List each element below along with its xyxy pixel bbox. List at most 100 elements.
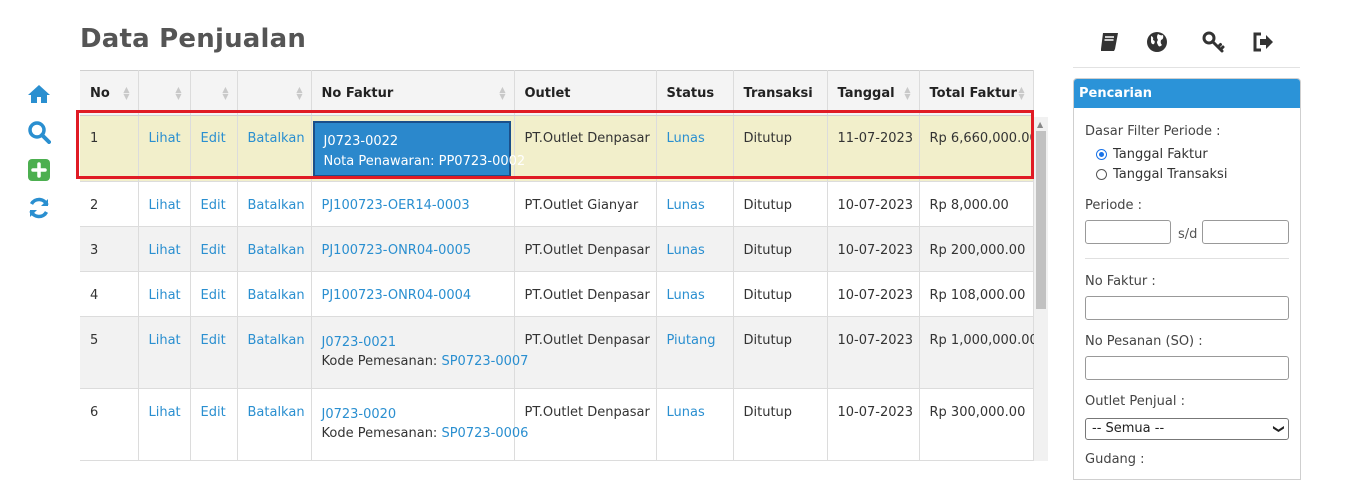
edit-link[interactable]: Edit — [201, 288, 226, 303]
globe-icon[interactable] — [1145, 30, 1171, 56]
row-tanggal: 11-07-2023 — [827, 115, 920, 182]
order-code-link[interactable]: SP0723-0007 — [441, 354, 528, 369]
row-total: Rp 200,000.00 — [919, 226, 1034, 272]
table-row[interactable]: 1 Lihat Edit Batalkan J0723-0022 Nota Pe… — [80, 115, 1038, 182]
top-divider — [1073, 67, 1300, 68]
row-no: 3 — [80, 226, 139, 272]
table-row[interactable]: 6 Lihat Edit Batalkan J0723-0020 Kode Pe… — [80, 388, 1034, 461]
home-icon[interactable] — [27, 82, 53, 108]
scrollbar-thumb[interactable] — [1036, 131, 1046, 309]
row-transaksi: Ditutup — [733, 226, 828, 272]
selected-invoice-cell[interactable]: J0723-0022 Nota Penawaran: PP0723-0002 — [312, 121, 525, 177]
cancel-link[interactable]: Batalkan — [248, 131, 305, 146]
row-status[interactable]: Lunas — [667, 198, 705, 213]
row-status[interactable]: Lunas — [667, 288, 705, 303]
periode-end-input[interactable] — [1202, 220, 1289, 244]
view-link[interactable]: Lihat — [149, 333, 181, 348]
radio-label: Tanggal Transaksi — [1113, 167, 1228, 182]
no-faktur-label: No Faktur : — [1085, 274, 1156, 289]
invoice-number[interactable]: PJ100723-OER14-0003 — [322, 198, 470, 213]
row-transaksi: Ditutup — [733, 271, 828, 317]
col-cancel-header[interactable]: ▲ ▼ — [237, 70, 312, 116]
edit-link[interactable]: Edit — [201, 333, 226, 348]
outlet-penjual-select[interactable]: -- Semua -- ❯ — [1085, 418, 1289, 440]
cancel-link[interactable]: Batalkan — [248, 198, 305, 213]
radio-checked-icon[interactable] — [1096, 149, 1107, 160]
edit-link[interactable]: Edit — [201, 131, 226, 146]
table-row[interactable]: 3 Lihat Edit Batalkan PJ100723-ONR04-000… — [80, 226, 1034, 272]
radio-tanggal-faktur[interactable]: Tanggal Faktur — [1096, 147, 1208, 162]
row-transaksi: Ditutup — [733, 181, 828, 227]
sort-icon: ▲ ▼ — [123, 85, 130, 101]
logout-icon[interactable] — [1251, 30, 1277, 56]
view-link[interactable]: Lihat — [149, 131, 181, 146]
add-icon[interactable] — [27, 158, 53, 184]
no-faktur-input[interactable] — [1085, 296, 1289, 320]
row-outlet: PT.Outlet Denpasar — [514, 271, 657, 317]
order-code-link[interactable]: SP0723-0006 — [441, 426, 528, 441]
table-row[interactable]: 5 Lihat Edit Batalkan J0723-0021 Kode Pe… — [80, 316, 1038, 389]
edit-link[interactable]: Edit — [201, 243, 226, 258]
invoice-number[interactable]: J0723-0022 — [324, 132, 500, 152]
view-link[interactable]: Lihat — [149, 198, 181, 213]
row-status[interactable]: Lunas — [667, 405, 705, 420]
sort-icon: ▲ ▼ — [222, 85, 229, 101]
invoice-number[interactable]: J0723-0020 — [322, 405, 504, 424]
table-row[interactable]: 4 Lihat Edit Batalkan PJ100723-ONR04-000… — [80, 271, 1034, 317]
edit-link[interactable]: Edit — [201, 198, 226, 213]
row-outlet: PT.Outlet Denpasar — [514, 388, 657, 461]
invoice-number[interactable]: PJ100723-ONR04-0004 — [322, 288, 472, 303]
col-transaksi-header[interactable]: Transaksi — [733, 70, 828, 116]
col-edit-header[interactable]: ▲ ▼ — [190, 70, 238, 116]
no-pesanan-input[interactable] — [1085, 356, 1289, 380]
radio-tanggal-transaksi[interactable]: Tanggal Transaksi — [1096, 167, 1227, 182]
col-tanggal-header[interactable]: Tanggal ▲ ▼ — [827, 70, 920, 116]
row-transaksi: Ditutup — [733, 316, 828, 389]
row-status[interactable]: Lunas — [667, 243, 705, 258]
row-transaksi: Ditutup — [733, 115, 828, 182]
row-status[interactable]: Lunas — [667, 131, 705, 146]
col-status-header[interactable]: Status — [656, 70, 734, 116]
invoice-number[interactable]: PJ100723-ONR04-0005 — [322, 243, 472, 258]
invoice-sub-value[interactable]: PP0723-0002 — [439, 154, 526, 169]
row-tanggal: 10-07-2023 — [827, 271, 920, 317]
sort-icon: ▲ ▼ — [904, 85, 911, 101]
col-outlet-header[interactable]: Outlet — [514, 70, 657, 116]
sales-table: No ▲ ▼ ▲ ▼ ▲ ▼ ▲ ▼ No Faktur ▲ ▼ Outlet Status … — [80, 70, 1038, 461]
scroll-up-icon[interactable]: ▲ — [1037, 120, 1043, 129]
sort-icon: ▲ ▼ — [175, 85, 182, 101]
key-icon[interactable] — [1202, 30, 1228, 56]
row-no: 6 — [80, 388, 139, 461]
view-link[interactable]: Lihat — [149, 243, 181, 258]
table-row[interactable]: 2 Lihat Edit Batalkan PJ100723-OER14-000… — [80, 181, 1034, 227]
col-faktur-header[interactable]: No Faktur ▲ ▼ — [311, 70, 515, 116]
cancel-link[interactable]: Batalkan — [248, 405, 305, 420]
col-no-header[interactable]: No ▲ ▼ — [80, 70, 139, 116]
refresh-icon[interactable] — [27, 196, 53, 222]
filter-period-label: Dasar Filter Periode : — [1085, 124, 1221, 139]
view-link[interactable]: Lihat — [149, 288, 181, 303]
edit-link[interactable]: Edit — [201, 405, 226, 420]
left-nav — [27, 82, 53, 234]
row-no: 2 — [80, 181, 139, 227]
radio-unchecked-icon[interactable] — [1096, 169, 1107, 180]
row-status[interactable]: Piutang — [667, 333, 716, 348]
cancel-link[interactable]: Batalkan — [248, 288, 305, 303]
view-link[interactable]: Lihat — [149, 405, 181, 420]
col-view-header[interactable]: ▲ ▼ — [138, 70, 191, 116]
periode-start-input[interactable] — [1085, 220, 1171, 244]
book-icon[interactable] — [1097, 30, 1123, 56]
col-total-header[interactable]: Total Faktur ▲ ▼ — [919, 70, 1034, 116]
cancel-link[interactable]: Batalkan — [248, 243, 305, 258]
periode-label: Periode : — [1085, 198, 1143, 213]
search-icon[interactable] — [27, 120, 53, 146]
invoice-number[interactable]: J0723-0021 — [322, 333, 504, 352]
invoice-sub-label: Nota Penawaran: — [323, 154, 435, 169]
no-pesanan-label: No Pesanan (SO) : — [1085, 334, 1203, 349]
search-panel-title: Pencarian — [1074, 79, 1300, 108]
row-total: Rp 6,660,000.00 — [919, 115, 1038, 182]
gudang-label: Gudang : — [1085, 452, 1145, 467]
page-title: Data Penjualan — [80, 24, 307, 54]
cancel-link[interactable]: Batalkan — [248, 333, 305, 348]
table-scrollbar[interactable]: ▲ — [1034, 117, 1048, 461]
